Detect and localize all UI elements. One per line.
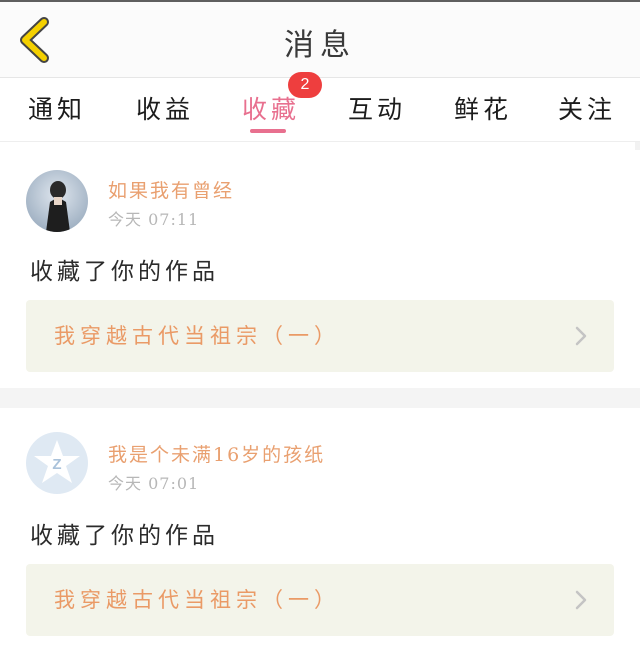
avatar[interactable] (26, 170, 88, 232)
avatar[interactable]: Z (26, 432, 88, 494)
page-title: 消息 (284, 28, 356, 63)
list-item: Z 我是个未满16岁的孩纸 今天 07:01 收藏了你的作品 我穿越古代当祖宗（… (0, 408, 640, 654)
tab-label: 鲜花 (454, 95, 513, 124)
default-avatar-icon: Z (26, 432, 88, 494)
tab-label: 关注 (558, 95, 617, 124)
username[interactable]: 我是个未满16岁的孩纸 (108, 440, 325, 467)
active-tab-indicator (250, 129, 286, 133)
tab-flowers[interactable]: 鲜花 (454, 90, 512, 134)
header-bar: 消息 (0, 2, 640, 78)
username[interactable]: 如果我有曾经 (108, 176, 234, 203)
chevron-right-icon (575, 326, 587, 346)
tab-label: 互动 (348, 95, 407, 124)
timestamp: 今天 07:11 (108, 210, 200, 229)
list-item: 如果我有曾经 今天 07:11 收藏了你的作品 我穿越古代当祖宗（一） (0, 150, 640, 388)
work-link[interactable]: 我穿越古代当祖宗（一） (26, 300, 614, 372)
unread-badge: 2 (288, 72, 322, 98)
chevron-right-icon (575, 590, 587, 610)
tab-earnings[interactable]: 收益 (136, 90, 194, 134)
svg-text:Z: Z (52, 456, 61, 473)
tab-favorites[interactable]: 收藏 (242, 90, 300, 134)
action-text: 收藏了你的作品 (30, 259, 219, 285)
work-link[interactable]: 我穿越古代当祖宗（一） (26, 564, 614, 636)
work-title: 我穿越古代当祖宗（一） (54, 324, 340, 348)
action-text: 收藏了你的作品 (30, 523, 219, 549)
tab-follows[interactable]: 关注 (558, 90, 616, 134)
photo-avatar-icon (26, 170, 88, 232)
tab-label: 通知 (28, 95, 87, 124)
tab-label: 收藏 (242, 95, 301, 124)
tab-label: 收益 (136, 95, 195, 124)
timestamp: 今天 07:01 (108, 474, 200, 493)
tab-interactions[interactable]: 互动 (348, 90, 406, 134)
work-title: 我穿越古代当祖宗（一） (54, 588, 340, 612)
divider (0, 388, 640, 408)
tab-notifications[interactable]: 通知 (28, 90, 86, 134)
messages-page: 消息 通知 收益 收藏 互动 鲜花 关注 2 如果我有曾经 今天 07:11 收… (0, 0, 640, 654)
